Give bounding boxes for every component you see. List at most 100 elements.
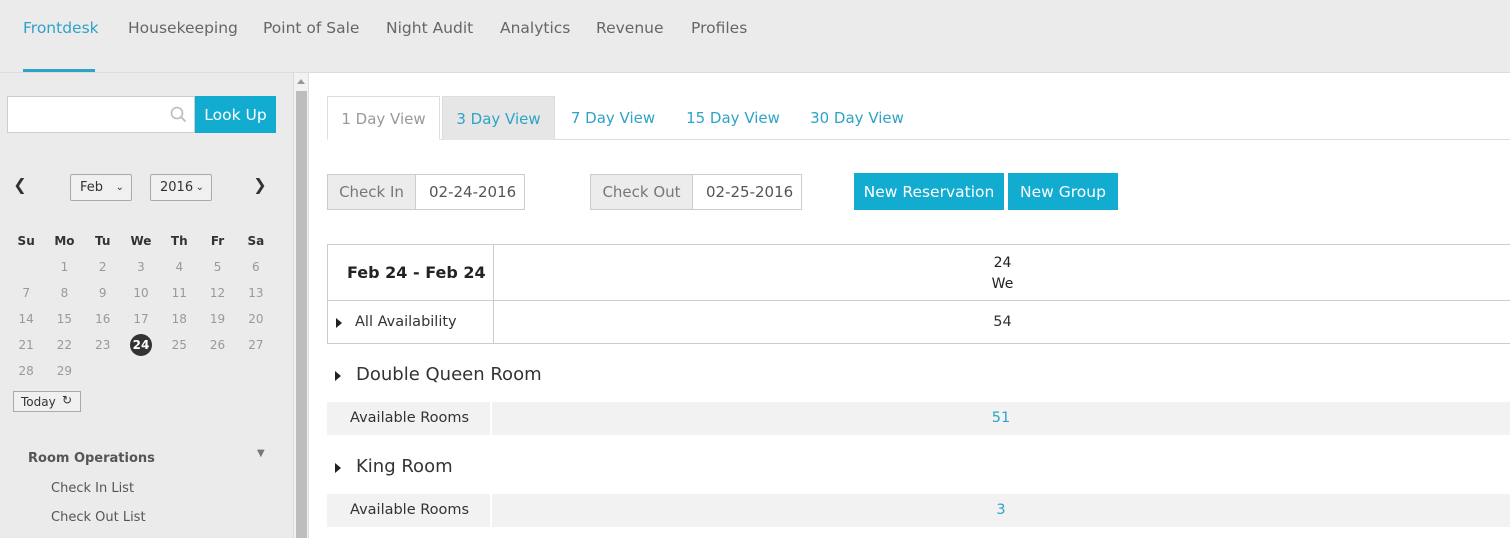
calendar-day[interactable]: 22 bbox=[57, 338, 72, 352]
calendar-day[interactable]: 17 bbox=[133, 312, 148, 326]
calendar-cell: 25 bbox=[160, 338, 198, 352]
nav-revenue[interactable]: Revenue bbox=[596, 19, 664, 37]
calendar-day[interactable]: 25 bbox=[172, 338, 187, 352]
nav-point-of-sale[interactable]: Point of Sale bbox=[263, 19, 359, 37]
scrollbar-thumb[interactable] bbox=[296, 91, 307, 538]
available-rooms-value[interactable]: 3 bbox=[492, 494, 1510, 527]
calendar-day[interactable]: 27 bbox=[248, 338, 263, 352]
nav-housekeeping[interactable]: Housekeeping bbox=[128, 19, 238, 37]
calendar-cell: 18 bbox=[160, 312, 198, 326]
calendar-cell: 22 bbox=[45, 338, 83, 352]
new-reservation-button[interactable]: New Reservation bbox=[854, 173, 1004, 210]
check-in-field[interactable]: 02-24-2016 bbox=[415, 174, 525, 210]
calendar-day[interactable]: 7 bbox=[22, 286, 30, 300]
expand-icon[interactable] bbox=[335, 463, 341, 473]
tab-7-day-view[interactable]: 7 Day View bbox=[563, 96, 663, 140]
calendar-day[interactable]: 19 bbox=[210, 312, 225, 326]
calendar-day[interactable]: 4 bbox=[175, 260, 183, 274]
expand-icon[interactable] bbox=[335, 371, 341, 381]
available-rooms-label: Available Rooms bbox=[327, 494, 492, 527]
nav-frontdesk[interactable]: Frontdesk bbox=[23, 19, 99, 37]
calendar-cell: 3 bbox=[122, 260, 160, 274]
room-type-king[interactable]: King Room bbox=[356, 456, 453, 477]
calendar-day[interactable]: 11 bbox=[172, 286, 187, 300]
search-icon[interactable] bbox=[170, 106, 187, 123]
calendar-week-row: 21 22 23 24 25 26 27 bbox=[7, 332, 275, 358]
date-range-label: Feb 24 - Feb 24 bbox=[328, 245, 494, 300]
search-box bbox=[7, 96, 195, 133]
calendar-day[interactable]: 10 bbox=[133, 286, 148, 300]
room-type-double-queen[interactable]: Double Queen Room bbox=[356, 364, 542, 385]
top-nav: Frontdesk Housekeeping Point of Sale Nig… bbox=[0, 0, 1510, 73]
calendar-day[interactable]: 1 bbox=[61, 260, 69, 274]
calendar-cell: 11 bbox=[160, 286, 198, 300]
nav-analytics[interactable]: Analytics bbox=[500, 19, 570, 37]
active-nav-underline bbox=[23, 69, 95, 72]
expand-icon bbox=[336, 318, 342, 328]
calendar-day[interactable]: 15 bbox=[57, 312, 72, 326]
tab-15-day-view[interactable]: 15 Day View bbox=[681, 96, 785, 140]
weekday-label: Sa bbox=[247, 234, 265, 248]
calendar-day[interactable]: 5 bbox=[214, 260, 222, 274]
calendar-cell: 14 bbox=[7, 312, 45, 326]
calendar-cell: 1 bbox=[45, 260, 83, 274]
calendar-day[interactable]: 2 bbox=[99, 260, 107, 274]
chevron-down-icon: ⌄ bbox=[115, 182, 124, 193]
new-group-button[interactable]: New Group bbox=[1008, 173, 1118, 210]
calendar-weekday-row: Su Mo Tu We Th Fr Sa bbox=[7, 228, 275, 254]
calendar-prev-icon[interactable]: ❮ bbox=[12, 175, 28, 194]
calendar-day[interactable]: 3 bbox=[137, 260, 145, 274]
calendar-day[interactable]: 9 bbox=[99, 286, 107, 300]
weekday-label: We bbox=[130, 234, 152, 248]
check-out-label: Check Out bbox=[590, 174, 693, 210]
calendar-day[interactable]: 13 bbox=[248, 286, 263, 300]
view-tabs: 1 Day View 3 Day View 7 Day View 15 Day … bbox=[327, 96, 1510, 140]
search-input[interactable] bbox=[8, 97, 163, 132]
calendar-day[interactable]: 8 bbox=[61, 286, 69, 300]
all-availability-toggle[interactable]: All Availability bbox=[328, 301, 494, 344]
available-rooms-value[interactable]: 51 bbox=[492, 402, 1510, 435]
room-operations-title[interactable]: Room Operations bbox=[28, 451, 155, 466]
calendar-week-row: 28 29 bbox=[7, 358, 275, 384]
calendar-day[interactable]: 18 bbox=[172, 312, 187, 326]
calendar-cell: 23 bbox=[84, 338, 122, 352]
look-up-button[interactable]: Look Up bbox=[195, 96, 276, 133]
month-select[interactable]: Feb ⌄ bbox=[70, 174, 132, 201]
calendar-day[interactable]: 6 bbox=[252, 260, 260, 274]
nav-night-audit[interactable]: Night Audit bbox=[386, 19, 473, 37]
calendar-cell: 26 bbox=[198, 338, 236, 352]
calendar-day[interactable]: 26 bbox=[210, 338, 225, 352]
check-out-field[interactable]: 02-25-2016 bbox=[692, 174, 802, 210]
calendar-day[interactable]: 23 bbox=[95, 338, 110, 352]
weekday-label: Mo bbox=[54, 234, 75, 248]
check-out-list-link[interactable]: Check Out List bbox=[51, 510, 146, 525]
calendar-next-icon[interactable]: ❯ bbox=[252, 175, 268, 194]
calendar-cell: 8 bbox=[45, 286, 83, 300]
calendar-day[interactable]: 21 bbox=[19, 338, 34, 352]
today-button[interactable]: Today ↻ bbox=[13, 391, 81, 412]
caret-down-icon[interactable]: ▼ bbox=[257, 448, 265, 459]
year-select[interactable]: 2016 ⌄ bbox=[150, 174, 212, 201]
scroll-up-icon[interactable] bbox=[297, 79, 305, 84]
calendar-day[interactable]: 28 bbox=[19, 364, 34, 378]
calendar-cell: 21 bbox=[7, 338, 45, 352]
calendar-week-row: 7 8 9 10 11 12 13 bbox=[7, 280, 275, 306]
tab-1-day-view[interactable]: 1 Day View bbox=[327, 96, 440, 140]
sidebar-scrollbar[interactable] bbox=[293, 73, 309, 538]
tab-30-day-view[interactable]: 30 Day View bbox=[804, 96, 910, 140]
nav-profiles[interactable]: Profiles bbox=[691, 19, 747, 37]
calendar-cell: 20 bbox=[237, 312, 275, 326]
calendar-day[interactable]: 14 bbox=[19, 312, 34, 326]
calendar-day[interactable]: 20 bbox=[248, 312, 263, 326]
calendar-day[interactable]: 12 bbox=[210, 286, 225, 300]
calendar-day[interactable]: 16 bbox=[95, 312, 110, 326]
tab-3-day-view[interactable]: 3 Day View bbox=[442, 96, 555, 140]
calendar-cell: 5 bbox=[198, 260, 236, 274]
weekday-label: Th bbox=[170, 234, 188, 248]
calendar-day[interactable]: 29 bbox=[57, 364, 72, 378]
calendar-day-selected[interactable]: 24 bbox=[129, 334, 152, 356]
all-availability-row: All Availability 54 bbox=[328, 300, 1510, 344]
refresh-icon: ↻ bbox=[61, 393, 72, 407]
check-in-list-link[interactable]: Check In List bbox=[51, 481, 134, 496]
calendar-week-row: 1 2 3 4 5 6 bbox=[7, 254, 275, 280]
